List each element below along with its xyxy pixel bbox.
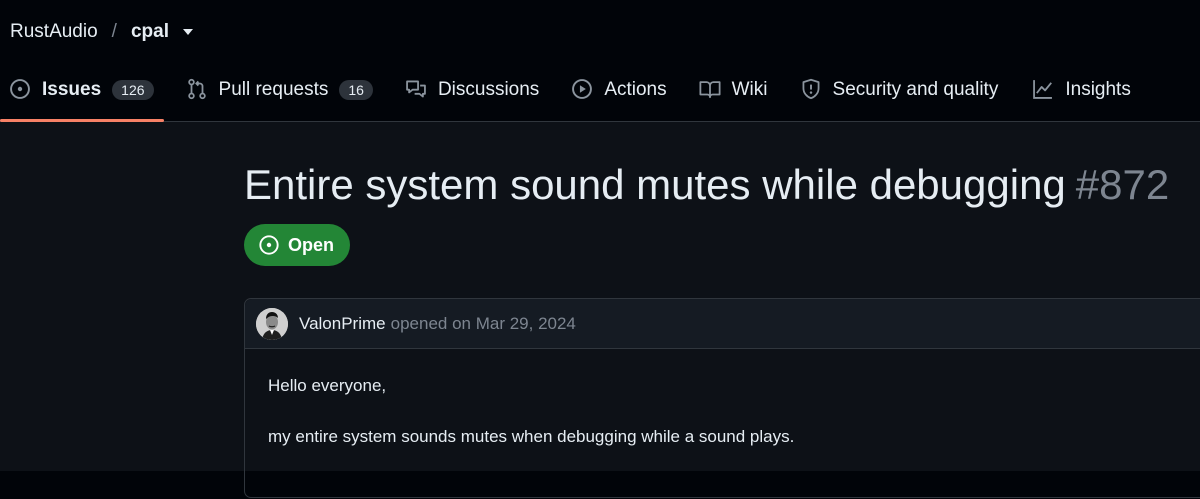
tab-discussions-label: Discussions bbox=[437, 79, 540, 100]
comment-opened-timestamp: opened on Mar 29, 2024 bbox=[390, 313, 576, 333]
comment-discussion-icon bbox=[405, 78, 427, 100]
book-icon bbox=[699, 78, 721, 100]
issues-count-badge: 126 bbox=[112, 80, 154, 100]
tab-wiki-label: Wiki bbox=[731, 79, 768, 100]
repo-tab-nav: Issues 126 Pull requests 16 Discussions … bbox=[0, 66, 1131, 122]
comment-paragraph: my entire system sounds mutes when debug… bbox=[268, 427, 795, 446]
status-badge-label: Open bbox=[288, 234, 335, 255]
comment-paragraph: Hello everyone, bbox=[268, 376, 387, 395]
comment-header: ValonPrime opened on Mar 29, 2024 bbox=[245, 299, 1200, 349]
tab-wiki[interactable]: Wiki bbox=[699, 66, 768, 121]
breadcrumb: RustAudio / cpal bbox=[10, 20, 193, 44]
avatar[interactable] bbox=[256, 307, 288, 340]
page-title: Entire system sound mutes while debuggin… bbox=[244, 160, 1169, 210]
repo-owner-link[interactable]: RustAudio bbox=[10, 21, 98, 43]
tab-issues-label: Issues bbox=[42, 79, 102, 100]
tab-insights-label: Insights bbox=[1065, 79, 1131, 100]
tab-security[interactable]: Security and quality bbox=[800, 66, 999, 121]
issue-comment: ValonPrime opened on Mar 29, 2024 Hello … bbox=[244, 298, 1200, 498]
issue-opened-icon bbox=[258, 234, 280, 256]
shield-icon bbox=[800, 78, 822, 100]
tab-security-label: Security and quality bbox=[832, 79, 999, 100]
tab-insights[interactable]: Insights bbox=[1032, 66, 1131, 121]
issue-number: #872 bbox=[1075, 161, 1170, 208]
tab-actions[interactable]: Actions bbox=[571, 66, 667, 121]
breadcrumb-separator: / bbox=[111, 21, 117, 42]
issue-opened-icon bbox=[9, 78, 31, 100]
repo-header: RustAudio / cpal Issues 126 Pull request… bbox=[0, 0, 1200, 122]
tab-pull-requests[interactable]: Pull requests 16 bbox=[186, 66, 373, 121]
issue-title-text: Entire system sound mutes while debuggin… bbox=[244, 161, 1066, 208]
status-badge: Open bbox=[244, 224, 351, 266]
chevron-down-icon[interactable] bbox=[182, 29, 193, 35]
pull-requests-count-badge: 16 bbox=[339, 80, 373, 100]
graph-icon bbox=[1032, 78, 1054, 100]
tab-issues[interactable]: Issues 126 bbox=[0, 66, 164, 122]
tab-discussions[interactable]: Discussions bbox=[405, 66, 539, 121]
tab-pull-requests-label: Pull requests bbox=[218, 79, 329, 100]
comment-body: Hello everyone, my entire system sounds … bbox=[245, 349, 1200, 499]
tab-actions-label: Actions bbox=[604, 79, 667, 100]
issue-page: Entire system sound mutes while debuggin… bbox=[0, 122, 1200, 498]
git-pull-request-icon bbox=[186, 78, 208, 100]
play-icon bbox=[571, 78, 593, 100]
comment-author-link[interactable]: ValonPrime bbox=[299, 314, 386, 334]
repo-name-link[interactable]: cpal bbox=[131, 21, 169, 43]
